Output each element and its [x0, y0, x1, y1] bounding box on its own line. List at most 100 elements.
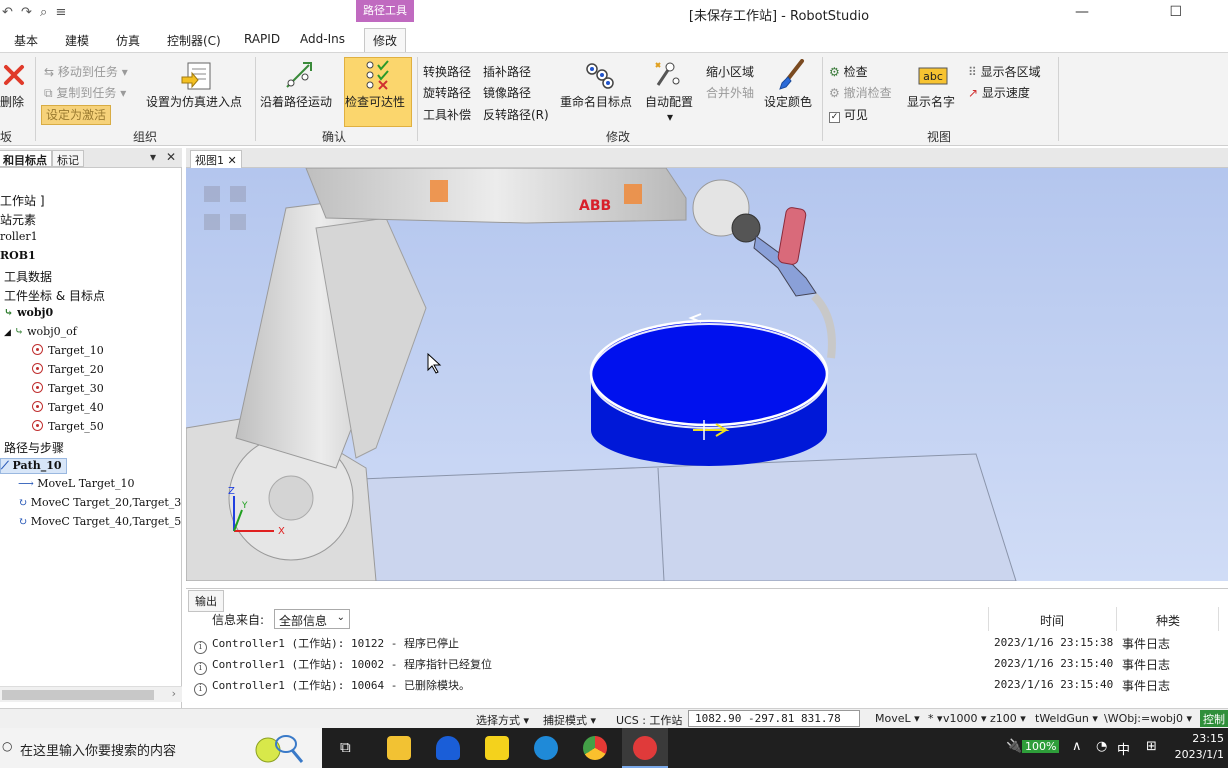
mirror-path-button[interactable]: 镜像路径 — [483, 84, 531, 101]
ime-indicator[interactable]: 中 — [1117, 739, 1130, 758]
panel-close-icon[interactable]: ✕ — [166, 150, 176, 164]
grid-icon[interactable]: ⊞ — [1146, 739, 1157, 754]
tray-expand-icon[interactable]: ∧ — [1072, 739, 1082, 754]
move-type-dropdown[interactable]: MoveL ▾ — [875, 712, 920, 725]
scroll-right-icon[interactable]: › — [172, 687, 176, 700]
tree-item[interactable]: 站元素 — [0, 211, 36, 228]
tab-output[interactable]: 输出 — [188, 590, 224, 612]
star-dropdown[interactable]: * ▾ — [928, 712, 943, 725]
tab-tags[interactable]: 标记 — [52, 150, 84, 167]
tree-item[interactable]: 工具数据 — [4, 268, 52, 285]
show-names-button[interactable]: 显示名字 — [907, 93, 955, 110]
tree-item-instruction[interactable]: ↻ MoveC Target_40,Target_5 — [18, 515, 181, 528]
tree-item[interactable]: ⤷ wobj0 — [4, 306, 53, 319]
log-row[interactable]: i Controller1 (工作站): 10064 - 已删除模块。 — [194, 677, 470, 696]
tab-controller[interactable]: 控制器(C) — [167, 32, 221, 49]
tab-paths-targets[interactable]: 和目标点 — [0, 150, 52, 167]
show-speed-button[interactable]: ↗ 显示速度 — [968, 84, 1030, 101]
cancel-inspect-button[interactable]: ⚙ 撤消检查 — [829, 84, 892, 101]
check-reachability-button[interactable]: 检查可达性 — [345, 93, 405, 110]
log-row[interactable]: i Controller1 (工作站): 10002 - 程序指针已经复位 — [194, 656, 492, 675]
wobj-dropdown[interactable]: \WObj:=wobj0 ▾ — [1104, 712, 1192, 725]
tab-basic[interactable]: 基本 — [14, 32, 38, 49]
tab-view1[interactable]: 视图1 ✕ — [190, 150, 242, 170]
3d-viewport[interactable]: ABB Z X Y — [186, 168, 1228, 581]
view-tool-icon[interactable] — [204, 214, 220, 230]
tree-item[interactable]: ⟋ Path_10 — [0, 458, 67, 474]
horizontal-scrollbar[interactable]: › — [0, 686, 182, 702]
tree-item[interactable]: roller1 — [0, 230, 38, 243]
delete-button[interactable]: 删除 — [0, 93, 24, 110]
tool-compensation-button[interactable]: 工具补偿 — [423, 106, 471, 123]
view-tool-icon[interactable] — [230, 214, 246, 230]
snap-mode-dropdown[interactable]: 捕捉模式 ▾ — [543, 712, 596, 728]
tab-rapid[interactable]: RAPID — [244, 32, 280, 46]
taskbar-search-box[interactable]: ○ 在这里输入你要搜索的内容 — [0, 728, 322, 768]
filter-select[interactable]: 全部信息 ⌄ — [274, 609, 350, 629]
scrollbar-thumb[interactable] — [2, 690, 154, 700]
move-to-task-button[interactable]: ⇆ 移动到任务 ▾ — [44, 63, 128, 80]
tree-item-target[interactable]: Target_20 — [32, 363, 104, 376]
convert-path-button[interactable]: 转换路径 — [423, 63, 471, 80]
edge-browser-icon[interactable] — [534, 736, 558, 760]
column-header-time[interactable]: 时间 — [1040, 612, 1064, 629]
reverse-path-button[interactable]: 反转路径(R) — [483, 106, 549, 123]
tree-item[interactable]: ROB1 — [0, 249, 36, 262]
tree-item-target[interactable]: Target_10 — [32, 344, 104, 357]
view-tool-icon[interactable] — [204, 186, 220, 202]
tab-modeling[interactable]: 建模 — [65, 32, 89, 49]
sticky-notes-icon[interactable] — [485, 736, 509, 760]
tree-item[interactable]: 路径与步骤 — [4, 439, 64, 456]
speed-dropdown[interactable]: v1000 ▾ — [943, 712, 987, 725]
copy-to-task-button[interactable]: ⧉ 复制到任务 ▾ — [44, 84, 126, 101]
battery-indicator[interactable]: 100% — [1022, 740, 1060, 753]
interpolate-path-button[interactable]: 插补路径 — [483, 63, 531, 80]
tree-item-instruction[interactable]: ⟶ MoveL Target_10 — [18, 477, 134, 490]
status-bar: 选择方式 ▾ 捕捉模式 ▾ UCS : 工作站 1082.90 -297.81 … — [0, 708, 1228, 728]
rotate-path-button[interactable]: 旋转路径 — [423, 84, 471, 101]
robotstudio-taskbar-button[interactable] — [622, 728, 668, 768]
chrome-browser-icon[interactable] — [583, 736, 607, 760]
column-header-type[interactable]: 种类 — [1156, 612, 1180, 629]
file-explorer-icon[interactable] — [387, 736, 411, 760]
set-sim-entry-button[interactable]: 设置为仿真进入点 — [146, 93, 242, 110]
tree-item-target[interactable]: Target_40 — [32, 401, 104, 414]
tree-item-instruction[interactable]: ↻ MoveC Target_20,Target_3 — [18, 496, 181, 509]
control-indicator[interactable]: 控制 — [1200, 710, 1228, 727]
title-bar: ↶ ↷ ⌕ ≡ 路径工具 [未保存工作站] - RobotStudio — ☐ — [0, 0, 1228, 28]
tree-item[interactable]: 工作站 ] — [0, 192, 45, 209]
task-view-icon[interactable]: ⧉ — [340, 738, 351, 756]
tree-item-target[interactable]: Target_30 — [32, 382, 104, 395]
restore-icon[interactable]: ☐ — [1169, 4, 1220, 20]
view-tool-icon[interactable] — [230, 186, 246, 202]
inspect-button[interactable]: ⚙ 检查 — [829, 63, 868, 80]
tab-simulation[interactable]: 仿真 — [116, 32, 140, 49]
view-close-icon[interactable]: ✕ — [228, 154, 237, 167]
wifi-icon[interactable]: ◔ — [1096, 739, 1107, 754]
power-plug-icon[interactable]: 🔌 — [1006, 739, 1022, 754]
tab-addins[interactable]: Add-Ins — [300, 32, 345, 46]
set-color-button[interactable]: 设定颜色 — [764, 93, 812, 110]
tree-item[interactable]: 工件坐标 & 目标点 — [4, 287, 105, 304]
paintbrush-icon — [779, 59, 804, 90]
panel-pin-icon[interactable]: ▾ — [150, 150, 156, 164]
merge-external-axes-button[interactable]: 合并外轴 — [706, 84, 754, 101]
visible-checkbox[interactable]: ✓ 可见 — [829, 106, 868, 123]
security-shield-icon[interactable] — [436, 736, 460, 760]
auto-config-button[interactable]: 自动配置 ▾ — [645, 93, 693, 124]
speed-arrow-icon: ↗ — [968, 86, 979, 100]
taskbar-clock[interactable]: 23:15 2023/1/1 — [1175, 731, 1224, 763]
move-along-path-button[interactable]: 沿着路径运动 — [260, 93, 332, 110]
tree-item[interactable]: ◢ ⤷ wobj0_of — [4, 325, 77, 338]
rename-targets-button[interactable]: 重命名目标点 — [560, 93, 632, 110]
show-zones-button[interactable]: ⠿ 显示各区域 — [968, 63, 1041, 80]
log-row[interactable]: i Controller1 (工作站): 10122 - 程序已停止 — [194, 635, 459, 654]
zone-dropdown[interactable]: z100 ▾ — [990, 712, 1026, 725]
tree-item-target[interactable]: Target_50 — [32, 420, 104, 433]
set-active-button[interactable]: 设定为激活 — [41, 105, 111, 125]
select-mode-dropdown[interactable]: 选择方式 ▾ — [476, 712, 529, 728]
tab-modify[interactable]: 修改 — [364, 28, 407, 52]
minimize-icon[interactable]: — — [1075, 4, 1127, 20]
shrink-zone-button[interactable]: 缩小区域 — [706, 63, 754, 80]
tool-dropdown[interactable]: tWeldGun ▾ — [1035, 712, 1098, 725]
